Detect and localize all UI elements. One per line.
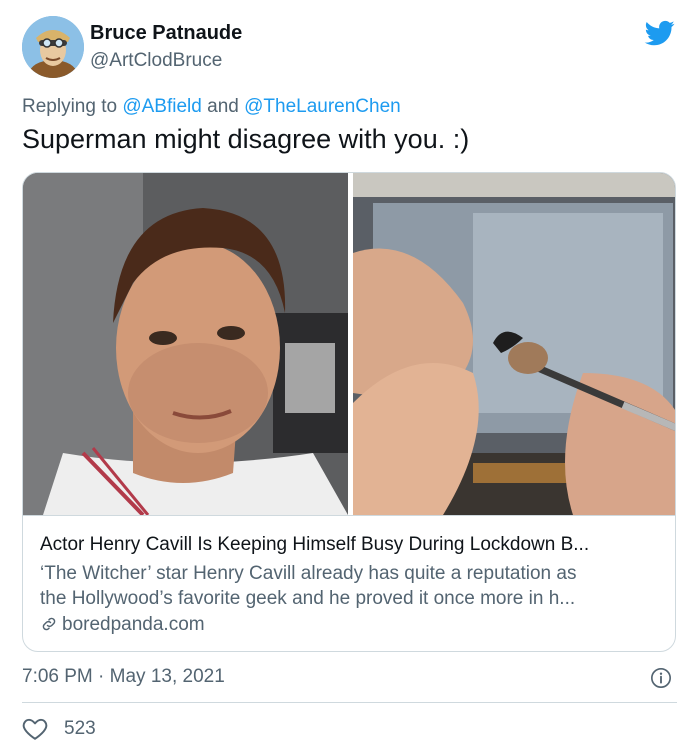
link-icon [42, 617, 56, 631]
reply-context: Replying to @ABfield and @TheLaurenChen [22, 96, 401, 118]
card-description: ‘The Witcher’ star Henry Cavill already … [40, 561, 662, 611]
timestamp-separator: · [98, 666, 105, 687]
like-count: 523 [64, 718, 96, 739]
divider [22, 702, 677, 703]
tweet-time[interactable]: 7:06 PM [22, 666, 93, 687]
card-image-right[interactable] [353, 173, 675, 515]
painting-miniature-photo [353, 173, 675, 515]
mention-thelaurenchen[interactable]: @TheLaurenChen [244, 96, 401, 117]
author-handle[interactable]: @ArtClodBruce [90, 50, 222, 72]
link-card[interactable]: Actor Henry Cavill Is Keeping Himself Bu… [22, 172, 676, 652]
reply-joiner: and [207, 96, 239, 117]
tweet-timestamp[interactable]: 7:06 PM · May 13, 2021 [22, 666, 225, 688]
mention-abfield[interactable]: @ABfield [122, 96, 202, 117]
avatar[interactable] [22, 16, 84, 78]
heart-icon[interactable] [22, 717, 48, 741]
reply-prefix: Replying to [22, 96, 118, 117]
author-name[interactable]: Bruce Patnaude [90, 22, 242, 45]
twitter-bird-icon[interactable] [642, 18, 678, 48]
card-title[interactable]: Actor Henry Cavill Is Keeping Himself Bu… [40, 534, 589, 556]
card-description-line-1: ‘The Witcher’ star Henry Cavill already … [40, 563, 577, 584]
man-portrait-photo [23, 173, 348, 515]
card-image-left[interactable] [23, 173, 348, 515]
avatar-illustration-icon [22, 16, 84, 78]
card-description-line-2: the Hollywood’s favorite geek and he pro… [40, 588, 576, 609]
card-domain-text[interactable]: boredpanda.com [62, 614, 205, 635]
card-domain[interactable]: boredpanda.com [40, 614, 205, 636]
tweet-text: Superman might disagree with you. :) [22, 124, 470, 154]
info-icon[interactable] [650, 667, 672, 689]
tweet-date[interactable]: May 13, 2021 [110, 666, 225, 687]
card-body[interactable]: Actor Henry Cavill Is Keeping Himself Bu… [23, 515, 675, 651]
like-button[interactable]: 523 [22, 716, 96, 742]
